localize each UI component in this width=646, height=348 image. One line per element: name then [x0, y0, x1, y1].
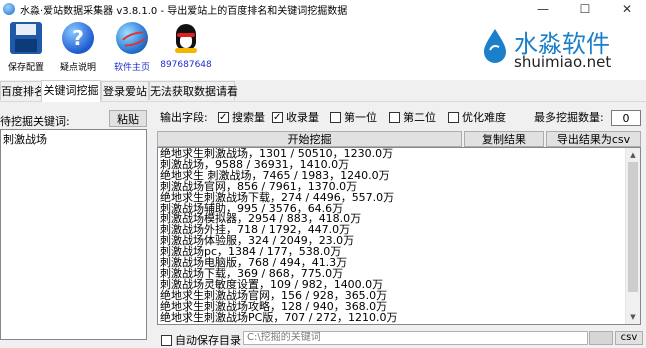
tab-no-data-help[interactable]: 无法获取数据请看 — [149, 81, 238, 100]
tab-strip: 百度排名 关键词挖掘 登录爱站 无法获取数据请看 — [0, 80, 646, 102]
output-fields-label: 输出字段: — [160, 111, 208, 124]
second-position-checkbox[interactable]: 第二位 — [389, 110, 436, 126]
max-count-label: 最多挖掘数量: — [534, 111, 604, 124]
tab-baidu-ranking[interactable]: 百度排名 — [0, 81, 45, 100]
keywords-textarea[interactable]: 刺激战场 — [0, 129, 147, 340]
browse-folder-button[interactable] — [589, 331, 613, 345]
minimize-button[interactable]: — — [528, 0, 558, 18]
homepage-label: 软件主页 — [113, 63, 150, 73]
scrollbar-thumb[interactable] — [628, 162, 638, 292]
save-config-label: 保存配置 — [7, 63, 44, 73]
collect-volume-checkbox[interactable]: 收录量 — [272, 110, 319, 126]
globe-icon — [116, 22, 148, 54]
floppy-disk-icon — [10, 22, 42, 54]
search-volume-checkbox[interactable]: 搜索量 — [218, 110, 265, 126]
qq-penguin-icon — [170, 22, 202, 54]
keyword-input-pane: 待挖掘关键词: 粘贴 刺激战场 — [0, 109, 148, 340]
help-label: 疑点说明 — [59, 63, 96, 73]
title-bar: 水淼·爱站数据采集器 v3.8.1.0 - 导出爱站上的百度排名和关键词挖掘数据… — [0, 0, 646, 18]
question-icon: ? — [62, 22, 94, 54]
csv-format-button[interactable]: csv — [615, 331, 643, 345]
scroll-down-arrow-icon[interactable]: ▼ — [626, 310, 640, 324]
results-scrollbar[interactable]: ▲ ▼ — [625, 148, 640, 324]
max-count-input[interactable]: 0 — [611, 110, 641, 126]
autosave-checkbox[interactable]: 自动保存目录 — [161, 332, 241, 348]
brand-url: shuimiao.net — [514, 53, 612, 71]
window-title: 水淼·爱站数据采集器 v3.8.1.0 - 导出爱站上的百度排名和关键词挖掘数据 — [20, 6, 348, 17]
result-line: 绝地求生刺激战场PC版，707 / 272，1210.0万 — [160, 310, 398, 324]
water-drop-icon — [484, 29, 506, 63]
maximize-button[interactable]: ☐ — [570, 0, 600, 18]
first-position-checkbox[interactable]: 第一位 — [330, 110, 377, 126]
autosave-row: 自动保存目录 C:\挖掘的关键词 csv — [157, 330, 646, 347]
qq-button[interactable]: 897687648 — [160, 22, 212, 70]
pending-keywords-label: 待挖掘关键词: — [0, 115, 70, 128]
difficulty-checkbox[interactable]: 优化难度 — [448, 110, 506, 126]
close-button[interactable]: ✕ — [612, 0, 642, 18]
help-button[interactable]: ? 疑点说明 — [52, 22, 104, 73]
tab-login-aizhan[interactable]: 登录爱站 — [101, 81, 149, 100]
app-icon — [3, 3, 15, 15]
start-mining-button[interactable]: 开始挖掘 — [157, 131, 462, 147]
paste-button[interactable]: 粘贴 — [109, 110, 147, 127]
brand-logo: 水淼软件 shuimiao.net — [482, 22, 642, 74]
qq-number-label: 897687648 — [160, 60, 212, 70]
homepage-button[interactable]: 软件主页 — [106, 22, 158, 73]
scroll-up-arrow-icon[interactable]: ▲ — [626, 148, 640, 162]
export-csv-button[interactable]: 导出结果为csv — [546, 131, 641, 147]
keyword-line: 刺激战场 — [3, 133, 47, 146]
results-textarea[interactable]: 绝地求生刺激战场，1301 / 50510，1230.0万 刺激战场，9588 … — [157, 147, 641, 325]
tab-keyword-mining[interactable]: 关键词挖掘 — [41, 80, 101, 102]
copy-results-button[interactable]: 复制结果 — [464, 131, 544, 147]
results-list: 绝地求生刺激战场，1301 / 50510，1230.0万 刺激战场，9588 … — [160, 148, 398, 324]
autosave-path-input[interactable]: C:\挖掘的关键词 — [243, 331, 588, 345]
save-config-button[interactable]: 保存配置 — [0, 22, 52, 73]
